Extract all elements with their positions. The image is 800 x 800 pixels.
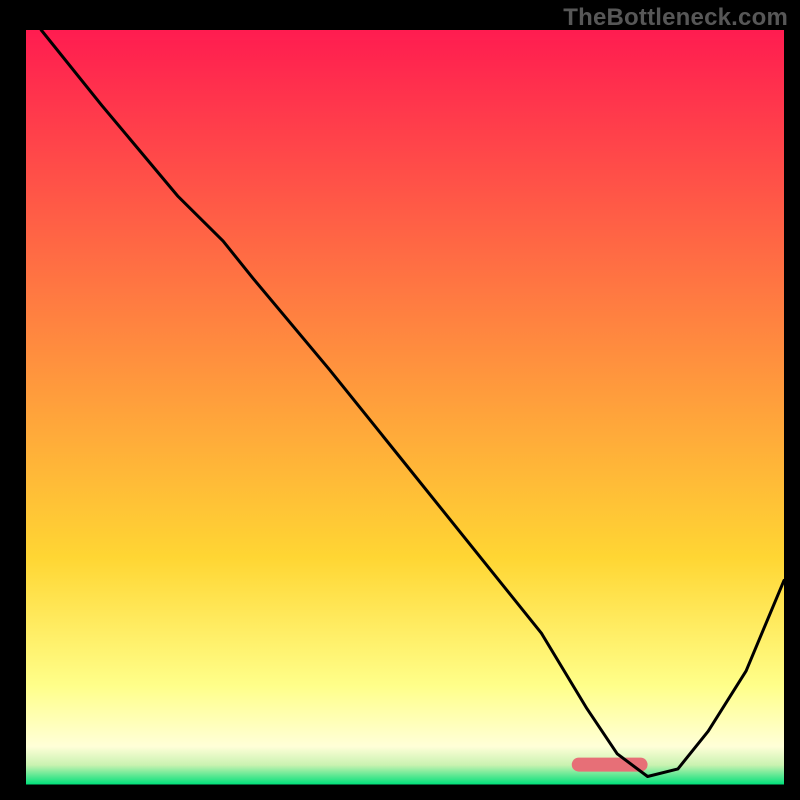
chart-canvas [0, 0, 800, 800]
chart-frame: TheBottleneck.com [0, 0, 800, 800]
